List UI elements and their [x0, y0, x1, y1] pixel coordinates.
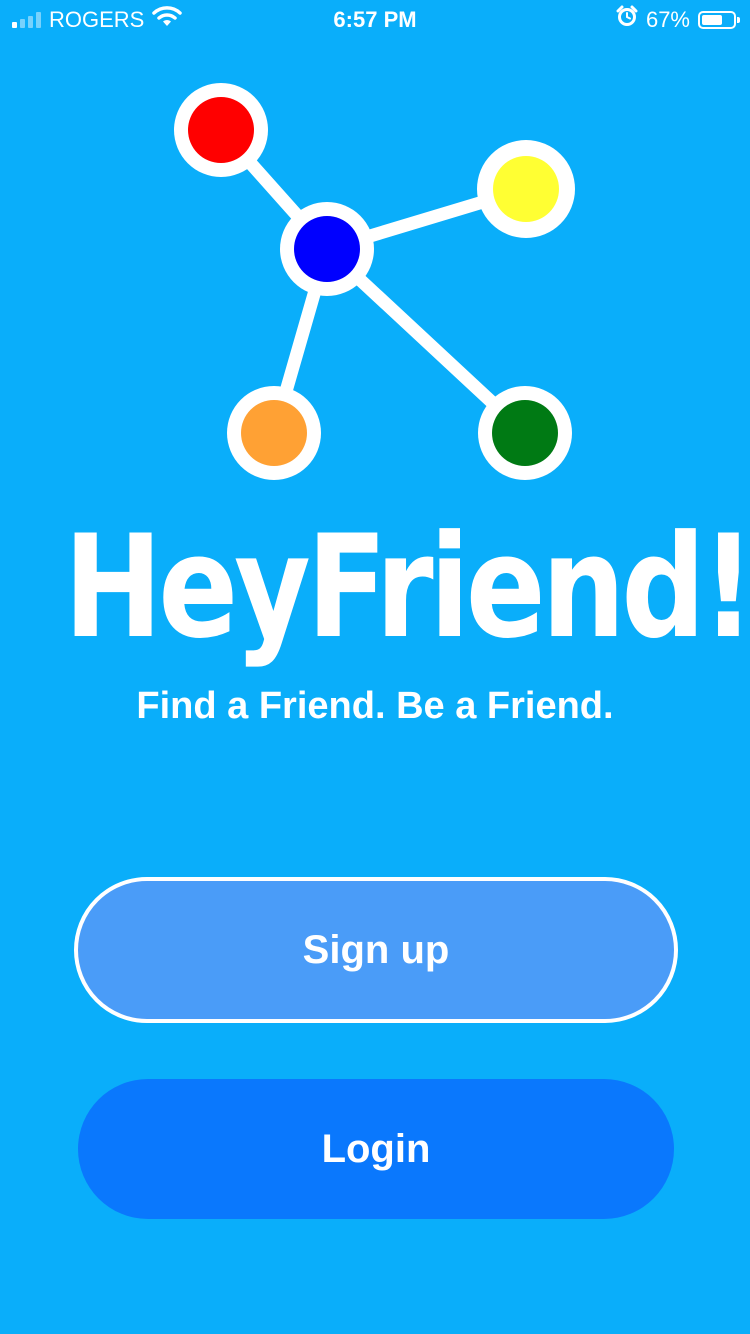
welcome-screen: ROGERS 6:57 PM 67% HeyFriend! Find a Fri…	[0, 0, 750, 1334]
app-name: HeyFriend!	[63, 505, 750, 670]
login-button[interactable]: Login	[78, 1079, 674, 1219]
app-logo	[174, 83, 575, 480]
logo-node-red	[174, 83, 268, 177]
logo-node-green-fill	[492, 400, 558, 466]
logo-node-yellow-fill	[493, 156, 559, 222]
tagline: Find a Friend. Be a Friend.	[136, 685, 614, 727]
logo-node-orange	[227, 386, 321, 480]
logo-node-orange-fill	[241, 400, 307, 466]
logo-node-yellow	[477, 140, 575, 238]
logo-node-blue-fill	[294, 216, 360, 282]
login-button-label: Login	[321, 1126, 431, 1171]
logo-node-red-fill	[188, 97, 254, 163]
signup-button-label: Sign up	[302, 927, 450, 972]
signup-button[interactable]: Sign up	[74, 877, 678, 1023]
logo-node-blue	[280, 202, 374, 296]
logo-node-green	[478, 386, 572, 480]
